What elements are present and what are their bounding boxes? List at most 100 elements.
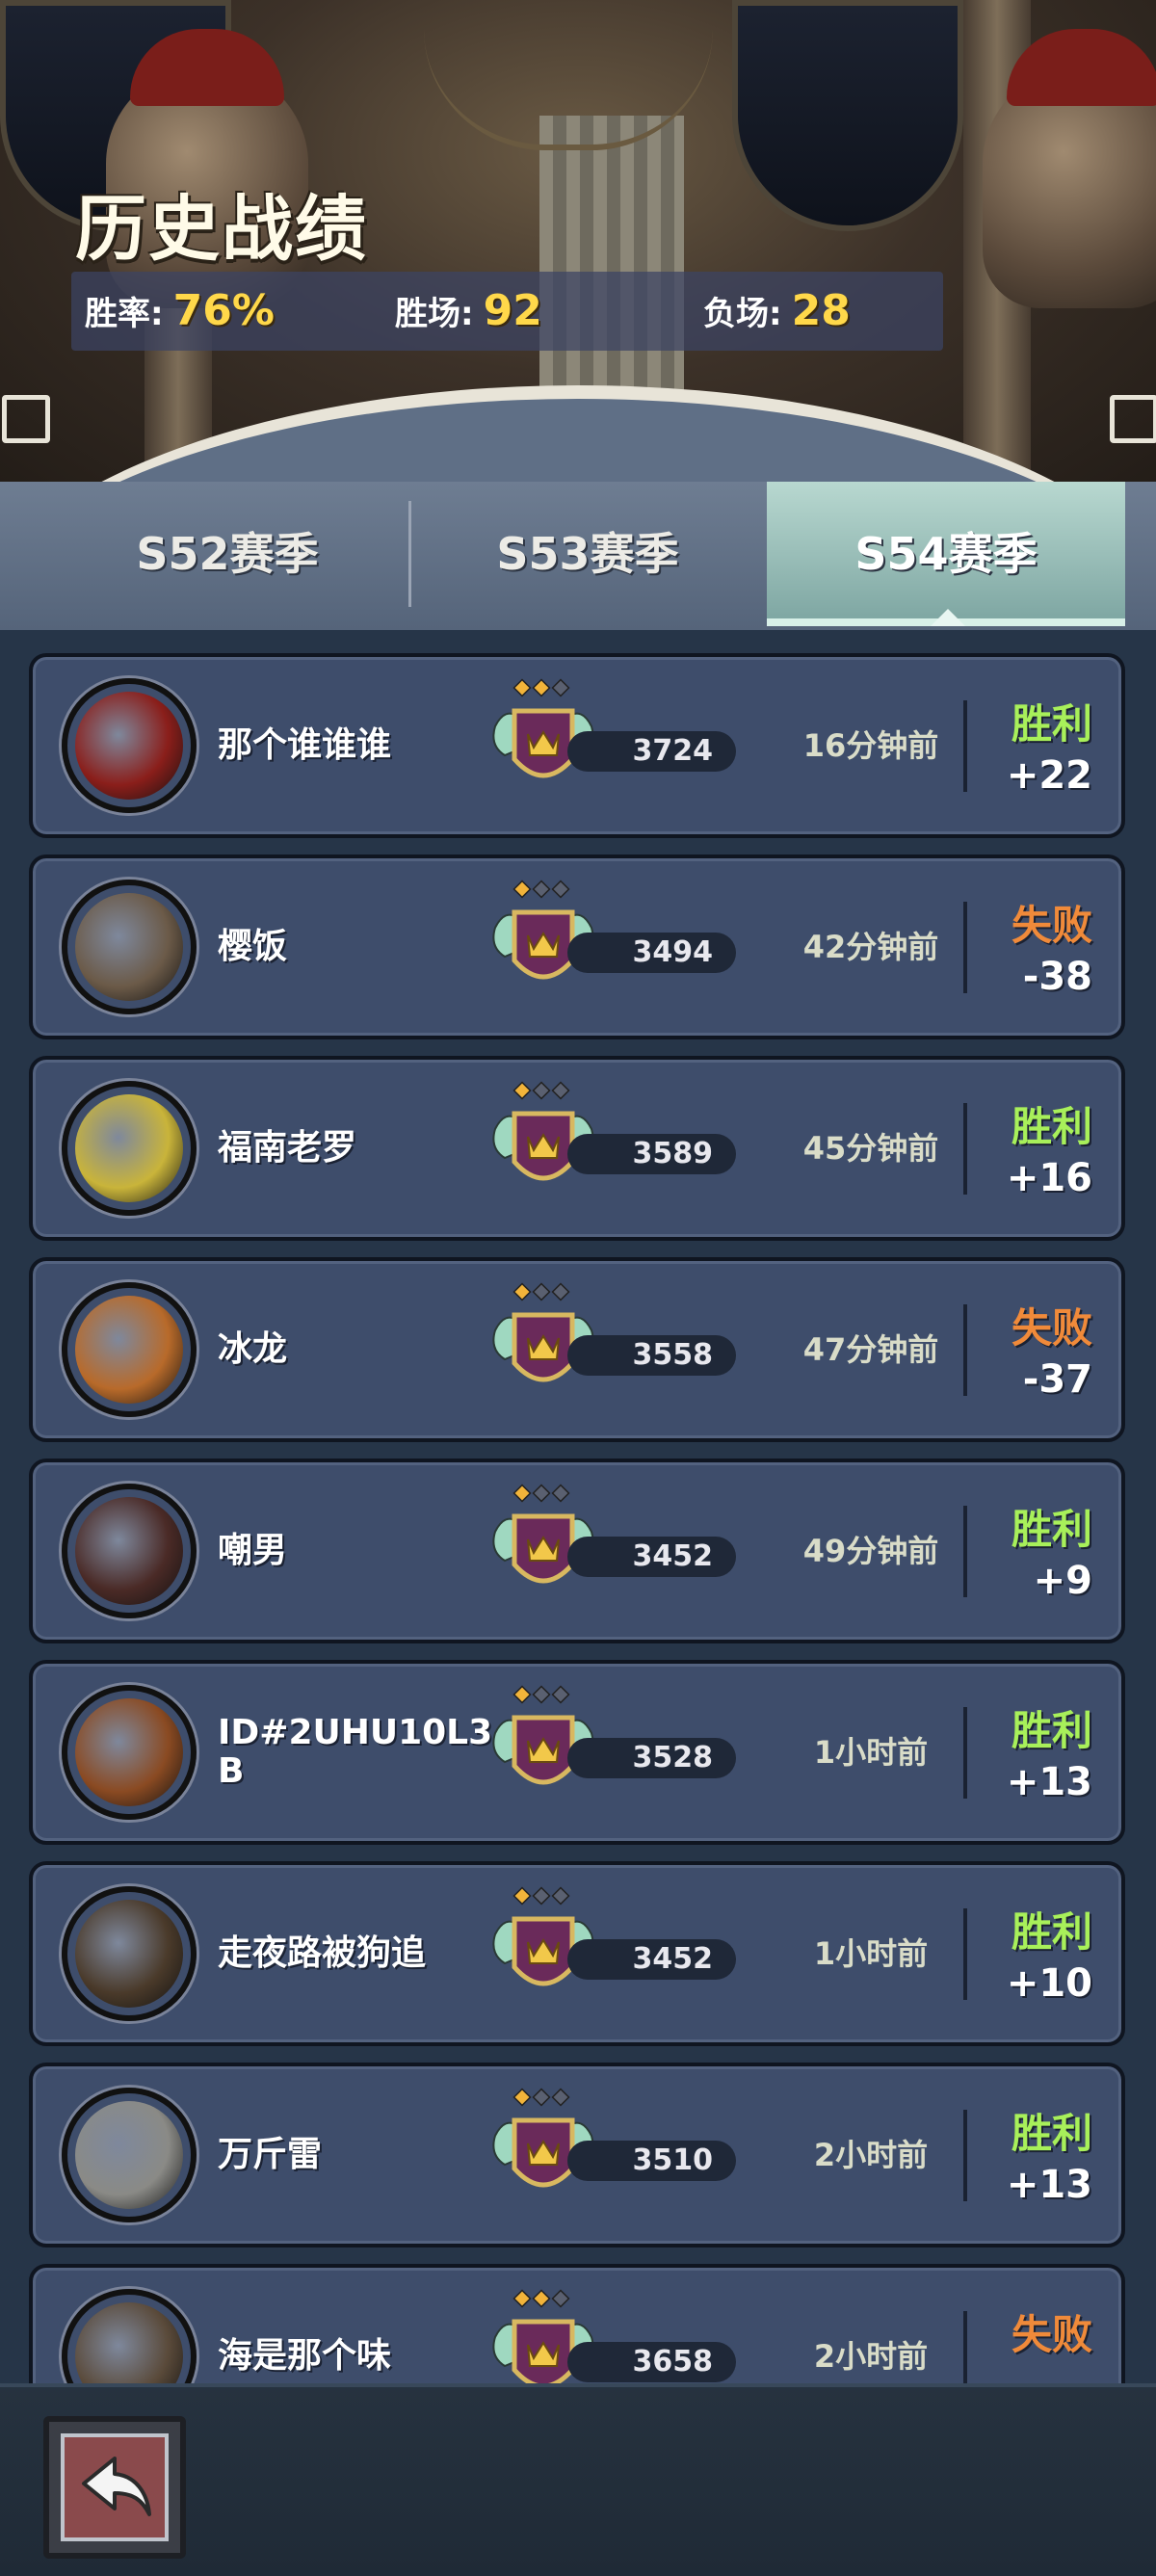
avatar-portrait [75, 2101, 183, 2209]
rating-value: 3658 [567, 2342, 736, 2382]
rating-value: 3724 [567, 731, 736, 772]
stats-bar: 胜率: 76% 胜场: 92 负场: 28 [71, 272, 943, 351]
match-result: 失败 [1011, 902, 1092, 949]
player-avatar[interactable] [62, 1886, 197, 2021]
rank-gems [512, 1886, 570, 1906]
tab-s52[interactable]: S52赛季 [48, 482, 407, 626]
card-separator [963, 1304, 967, 1396]
player-avatar[interactable] [62, 1484, 197, 1618]
rating-value: 3528 [567, 1738, 736, 1778]
match-time: 49分钟前 [802, 1533, 939, 1569]
player-name: 冰龙 [218, 1329, 288, 1369]
player-name: 海是那个味 [218, 2336, 392, 2376]
player-avatar[interactable] [62, 678, 197, 813]
right-banner [732, 0, 963, 231]
match-time: 45分钟前 [802, 1130, 939, 1167]
helmet-statue-right [983, 29, 1156, 308]
avatar-portrait [75, 692, 183, 800]
rating-value: 3452 [567, 1537, 736, 1577]
rating-delta: +13 [1006, 1760, 1092, 1804]
match-time: 16分钟前 [802, 727, 939, 764]
player-name: 樱饭 [218, 927, 288, 966]
tab-s54-label: S54赛季 [854, 528, 1038, 580]
match-result: 胜利 [1011, 2110, 1092, 2157]
match-result: 胜利 [1011, 1707, 1092, 1754]
match-result: 失败 [1011, 1304, 1092, 1352]
card-separator [963, 1103, 967, 1195]
card-separator [963, 2311, 967, 2383]
player-avatar[interactable] [62, 1282, 197, 1417]
card-separator [963, 700, 967, 792]
avatar-portrait [75, 1900, 183, 2008]
match-result: 胜利 [1011, 1506, 1092, 1553]
player-avatar[interactable] [62, 1081, 197, 1216]
rank-gems [512, 678, 570, 697]
card-separator [963, 1707, 967, 1799]
player-name: 走夜路被狗追 [218, 1933, 427, 1973]
avatar-portrait [75, 2302, 183, 2383]
player-name: ID#2UHU10L3B [218, 1713, 493, 1791]
rating-delta: +16 [1006, 1156, 1092, 1200]
rating-delta: +22 [1006, 753, 1092, 798]
match-card[interactable]: 樱饭 3494 42分钟前 失败 -38 [29, 854, 1125, 1039]
rating-value: 3558 [567, 1335, 736, 1376]
losses-value: 28 [791, 286, 851, 335]
match-history-list[interactable]: 那个谁谁谁 3724 16分钟前 胜利 +22 樱饭 3494 42分钟前 失败 -38 福南老罗 3… [0, 630, 1156, 2383]
greek-key-ornament [2, 395, 50, 443]
player-avatar[interactable] [62, 2088, 197, 2222]
rating-delta: -38 [1022, 955, 1092, 999]
match-result: 失败 [1011, 2311, 1092, 2358]
player-avatar[interactable] [62, 1685, 197, 1820]
rating-delta: -37 [1022, 1357, 1092, 1402]
rank-gems [512, 880, 570, 899]
greek-key-ornament [1110, 395, 1156, 443]
match-time: 1小时前 [813, 1734, 929, 1771]
rank-gems [512, 1685, 570, 1704]
match-card[interactable]: 万斤雷 3510 2小时前 胜利 +13 [29, 2063, 1125, 2247]
avatar-portrait [75, 1497, 183, 1605]
card-separator [963, 1506, 967, 1597]
rank-gems [512, 1282, 570, 1301]
player-avatar[interactable] [62, 880, 197, 1014]
player-name: 嘲男 [218, 1531, 288, 1570]
rating-value: 3510 [567, 2141, 736, 2181]
card-separator [963, 902, 967, 993]
player-name: 福南老罗 [218, 1128, 357, 1168]
match-time: 1小时前 [813, 1935, 929, 1972]
rating-value: 3494 [567, 933, 736, 973]
player-name: 万斤雷 [218, 2135, 323, 2174]
win-rate-stat: 胜率: 76% [85, 272, 275, 351]
wins-stat: 胜场: 92 [395, 272, 542, 351]
losses-stat: 负场: 28 [703, 272, 851, 351]
match-card[interactable]: 海是那个味 3658 2小时前 失败 [29, 2264, 1125, 2383]
back-button[interactable] [43, 2416, 186, 2559]
back-arrow-icon [82, 2457, 151, 2516]
rating-value: 3589 [567, 1134, 736, 1174]
card-separator [963, 2110, 967, 2201]
match-card[interactable]: 那个谁谁谁 3724 16分钟前 胜利 +22 [29, 653, 1125, 838]
match-result: 胜利 [1011, 700, 1092, 748]
rank-gems [512, 2289, 570, 2308]
rating-delta: +9 [1033, 1559, 1092, 1603]
match-time: 2小时前 [813, 2338, 929, 2375]
rating-delta: +10 [1006, 1961, 1092, 2006]
tab-s53[interactable]: S53赛季 [408, 482, 767, 626]
avatar-portrait [75, 1296, 183, 1404]
header-banner: 历史战绩 胜率: 76% 胜场: 92 负场: 28 [0, 0, 1156, 501]
match-card[interactable]: 嘲男 3452 49分钟前 胜利 +9 [29, 1459, 1125, 1643]
match-card[interactable]: 走夜路被狗追 3452 1小时前 胜利 +10 [29, 1861, 1125, 2046]
player-name: 那个谁谁谁 [218, 725, 392, 765]
losses-label: 负场: [703, 295, 782, 333]
season-tabs: S52赛季 S53赛季 S54赛季 [0, 482, 1156, 630]
win-rate-value: 76% [172, 286, 275, 335]
back-button-face [61, 2433, 169, 2541]
tab-s54[interactable]: S54赛季 [767, 482, 1125, 626]
avatar-portrait [75, 1698, 183, 1806]
card-separator [963, 1908, 967, 2000]
player-avatar[interactable] [62, 2289, 197, 2383]
rating-delta: +13 [1006, 2163, 1092, 2207]
match-card[interactable]: 冰龙 3558 47分钟前 失败 -37 [29, 1257, 1125, 1442]
match-card[interactable]: 福南老罗 3589 45分钟前 胜利 +16 [29, 1056, 1125, 1241]
wins-value: 92 [483, 286, 542, 335]
match-card[interactable]: ID#2UHU10L3B 3528 1小时前 胜利 +13 [29, 1660, 1125, 1845]
